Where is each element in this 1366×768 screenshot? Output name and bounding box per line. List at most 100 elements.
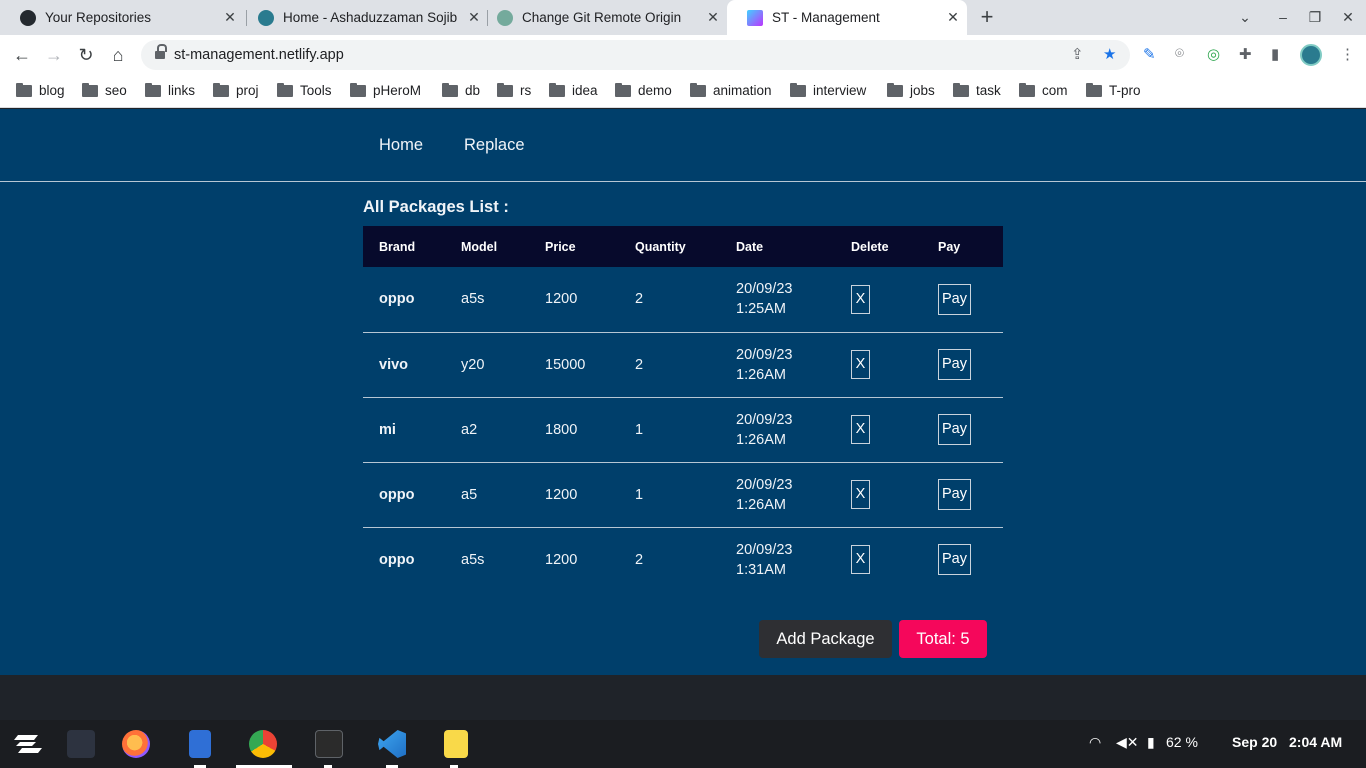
chrome-icon[interactable] xyxy=(249,730,277,758)
cell-price: 1800 xyxy=(545,421,578,438)
cell-delete: X xyxy=(835,397,922,462)
bookmark-label: T-pro xyxy=(1109,83,1141,98)
tab-home-ashaduzzaman[interactable]: Home - Ashaduzzaman Sojib ✕ xyxy=(238,0,488,35)
terminal-icon[interactable] xyxy=(315,730,343,758)
bookmark-folder[interactable]: links xyxy=(145,82,195,98)
bookmark-folder[interactable]: animation xyxy=(690,82,772,98)
folder-icon xyxy=(790,82,806,97)
home-icon[interactable]: ⌂ xyxy=(106,43,130,67)
vscode-icon[interactable] xyxy=(378,730,406,758)
text-editor-icon[interactable] xyxy=(444,730,468,758)
pay-button[interactable]: Pay xyxy=(938,544,971,576)
cell-delete: X xyxy=(835,462,922,527)
bookmark-label: jobs xyxy=(910,83,935,98)
close-icon[interactable]: ✕ xyxy=(945,9,961,26)
bookmark-folder[interactable]: pHeroM xyxy=(350,82,421,98)
colorful-extension-icon[interactable]: ◎ xyxy=(1207,45,1220,63)
clock-time[interactable]: 2:04 AM xyxy=(1289,734,1342,750)
share-icon[interactable]: ⇪ xyxy=(1071,45,1084,63)
close-icon[interactable]: ✕ xyxy=(222,9,238,26)
camera-extension-icon[interactable]: ⌾ xyxy=(1175,45,1184,62)
zorin-launcher-icon[interactable] xyxy=(14,732,42,756)
cell-model: a5s xyxy=(461,551,485,568)
cell-price: 1200 xyxy=(545,551,578,568)
date-text: 20/09/23 xyxy=(736,281,793,298)
bookmark-folder[interactable]: blog xyxy=(16,82,65,98)
tab-your-repositories[interactable]: Your Repositories ✕ xyxy=(0,0,244,35)
pen-extension-icon[interactable]: ✎ xyxy=(1143,45,1156,63)
pay-button[interactable]: Pay xyxy=(938,479,971,510)
back-icon[interactable]: ← xyxy=(10,43,34,67)
table-row: vivo y20 15000 2 20/09/23 1:26AM X Pay xyxy=(363,332,1003,397)
profile-avatar[interactable] xyxy=(1300,44,1322,66)
tab-search-icon[interactable]: ⌄ xyxy=(1229,0,1261,35)
folder-icon xyxy=(442,82,458,97)
reload-icon[interactable]: ↻ xyxy=(74,43,98,67)
bookmark-folder[interactable]: demo xyxy=(615,82,672,98)
pay-button[interactable]: Pay xyxy=(938,283,971,315)
bookmark-folder[interactable]: com xyxy=(1019,82,1068,98)
bookmark-folder[interactable]: T-pro xyxy=(1086,82,1141,98)
pay-button[interactable]: Pay xyxy=(938,349,971,380)
file-manager-icon[interactable] xyxy=(189,730,211,758)
delete-button[interactable]: X xyxy=(851,415,870,444)
cell-quantity: 2 xyxy=(635,551,644,568)
cell-brand: mi xyxy=(379,421,396,438)
packages-list-title: All Packages List : xyxy=(363,198,509,216)
delete-button[interactable]: X xyxy=(851,284,870,314)
bookmark-folder[interactable]: db xyxy=(442,82,480,98)
firefox-icon[interactable] xyxy=(122,730,150,758)
bookmark-folder[interactable]: seo xyxy=(82,82,127,98)
column-header-date: Date xyxy=(736,239,764,254)
bookmark-folder[interactable]: Tools xyxy=(277,82,332,98)
bookmark-label: seo xyxy=(105,83,127,98)
tab-st-management[interactable]: ST - Management ✕ xyxy=(727,0,967,35)
volume-muted-icon[interactable]: ◀✕ xyxy=(1116,734,1139,751)
workspace-switcher-icon[interactable] xyxy=(67,730,95,758)
bookmark-star-icon[interactable]: ★ xyxy=(1103,45,1116,63)
clock-date[interactable]: Sep 20 xyxy=(1232,734,1277,750)
cell-quantity: 1 xyxy=(635,421,644,438)
folder-icon xyxy=(690,82,706,97)
delete-button[interactable]: X xyxy=(851,480,870,509)
bookmark-folder[interactable]: interview xyxy=(790,82,866,98)
side-panel-icon[interactable]: ▮ xyxy=(1271,45,1279,63)
total-count-button[interactable]: Total: 5 xyxy=(899,620,987,658)
delete-button[interactable]: X xyxy=(851,350,870,379)
extensions-puzzle-icon[interactable]: ✚ xyxy=(1239,45,1252,63)
tab-change-git-remote[interactable]: Change Git Remote Origin ✕ xyxy=(477,0,727,35)
cell-brand: oppo xyxy=(379,551,415,568)
pay-button[interactable]: Pay xyxy=(938,414,971,445)
bookmark-label: task xyxy=(976,83,1001,98)
close-window-icon[interactable]: ✕ xyxy=(1332,0,1364,35)
new-tab-button[interactable]: + xyxy=(976,5,998,29)
nav-replace-link[interactable]: Replace xyxy=(464,136,525,155)
bookmark-folder[interactable]: rs xyxy=(497,82,531,98)
page-content: Home Replace All Packages List : Brand M… xyxy=(0,109,1366,675)
battery-icon[interactable]: ▮ xyxy=(1147,734,1155,751)
minimize-icon[interactable]: – xyxy=(1267,0,1299,35)
bookmark-folder[interactable]: jobs xyxy=(887,82,935,98)
bookmarks-bar: blog seo links proj Tools pHeroM db rs i… xyxy=(0,75,1366,108)
bookmark-label: blog xyxy=(39,83,65,98)
cell-brand: oppo xyxy=(379,486,415,503)
bookmark-folder[interactable]: idea xyxy=(549,82,598,98)
delete-button[interactable]: X xyxy=(851,545,870,575)
wifi-icon[interactable]: ◠ xyxy=(1089,734,1101,751)
cell-model: a5s xyxy=(461,291,485,308)
address-bar[interactable]: st-management.netlify.app ⇪ ★ xyxy=(141,40,1130,70)
table-row: oppo a5 1200 1 20/09/23 1:26AM X Pay xyxy=(363,462,1003,527)
bookmark-folder[interactable]: proj xyxy=(213,82,259,98)
nav-home-link[interactable]: Home xyxy=(379,136,423,155)
forward-icon[interactable]: → xyxy=(42,43,66,67)
cell-date: 20/09/23 1:26AM xyxy=(720,332,835,397)
add-package-button[interactable]: Add Package xyxy=(759,620,892,658)
battery-percentage: 62 % xyxy=(1166,734,1198,750)
cell-quantity: 2 xyxy=(635,356,644,373)
close-icon[interactable]: ✕ xyxy=(705,9,721,26)
folder-icon xyxy=(953,82,969,97)
time-text: 1:26AM xyxy=(736,496,786,513)
restore-icon[interactable]: ❐ xyxy=(1299,0,1331,35)
bookmark-folder[interactable]: task xyxy=(953,82,1001,98)
menu-kebab-icon[interactable]: ⋮ xyxy=(1340,45,1355,63)
